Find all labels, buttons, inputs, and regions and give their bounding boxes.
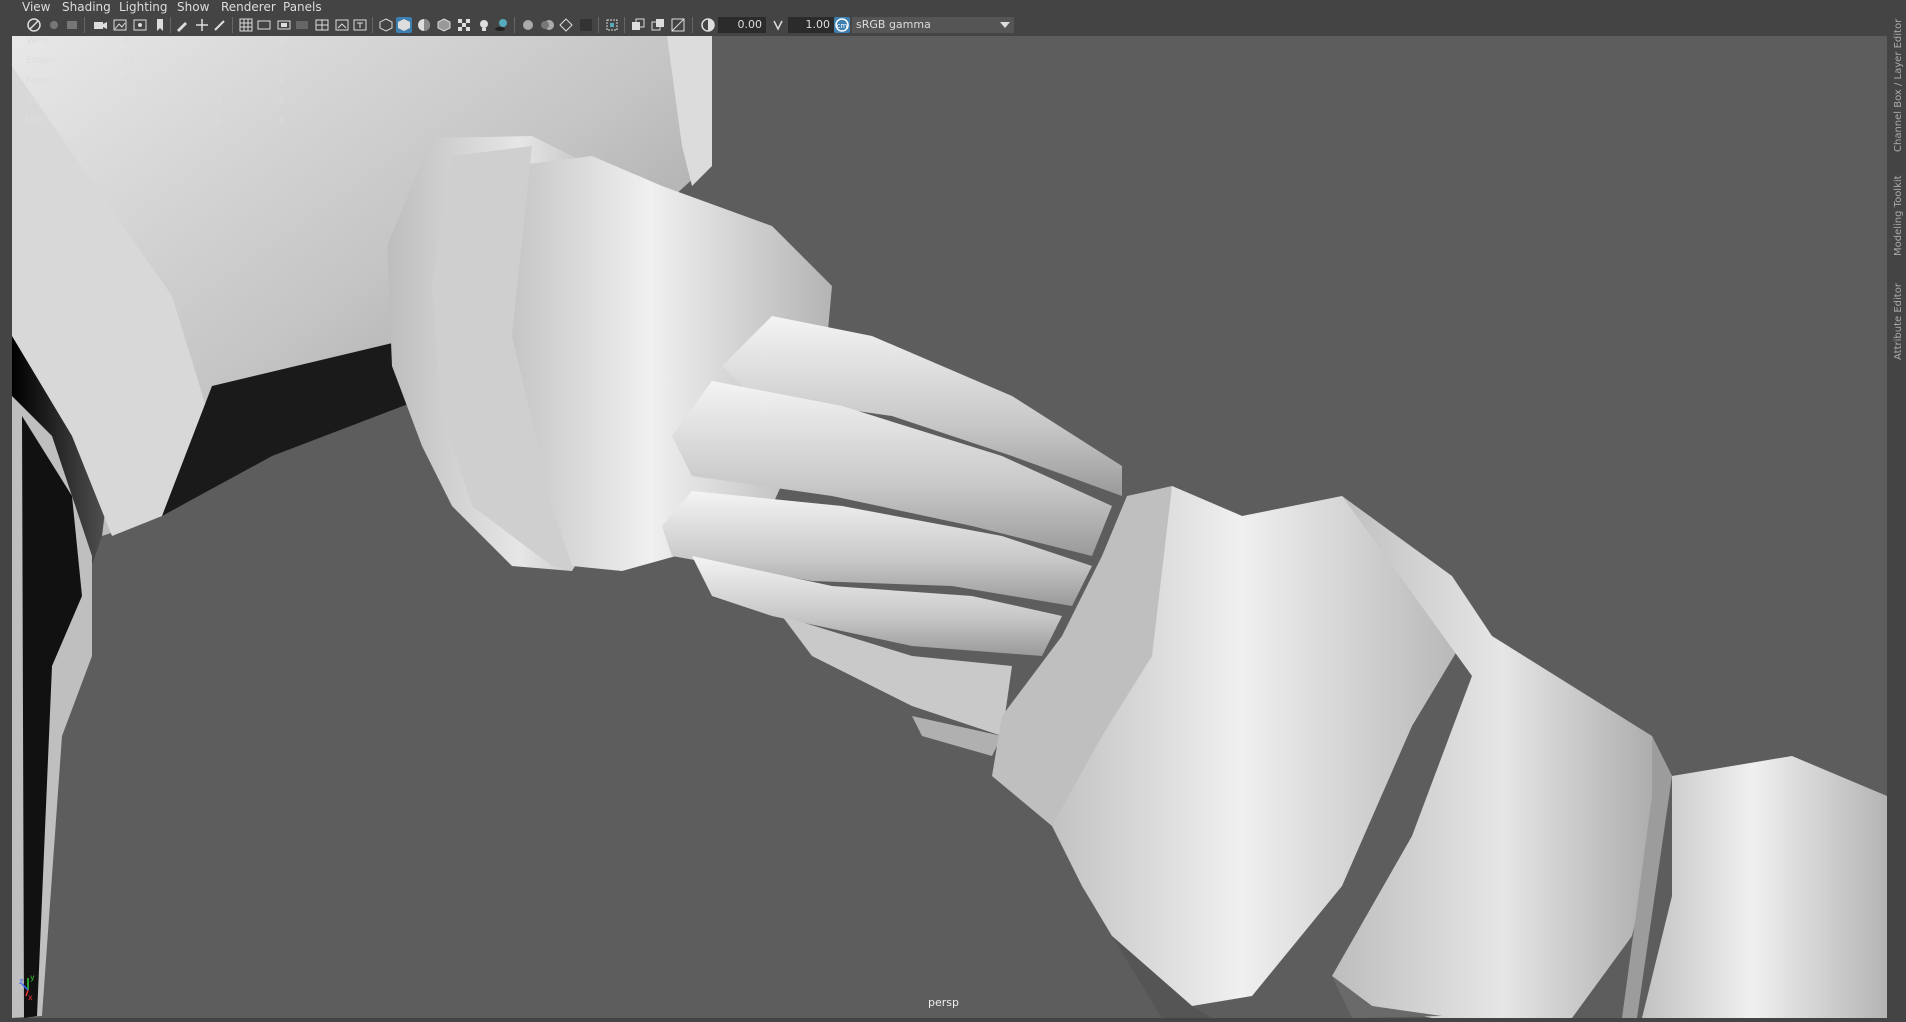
hud-value: 7331 xyxy=(123,96,146,106)
pencil-icon[interactable] xyxy=(212,17,228,33)
hud-value: 7331 xyxy=(123,76,146,86)
hud-value: 11333 xyxy=(123,56,152,66)
chevron-down-icon xyxy=(1000,22,1010,28)
hud-value: 0 xyxy=(216,36,222,46)
tab-channel-box[interactable]: Channel Box / Layer Editor xyxy=(1893,2,1904,152)
gate-mask-icon[interactable] xyxy=(294,17,310,33)
exposure-icon[interactable] xyxy=(700,17,716,33)
panel-menu-bar: View Shading Lighting Show Renderer Pane… xyxy=(0,0,1890,14)
hud-value: 6930 xyxy=(123,116,146,126)
safe-title-icon[interactable] xyxy=(352,17,368,33)
hud-value: 0 xyxy=(216,76,222,86)
safe-action-icon[interactable] xyxy=(334,17,350,33)
use-all-lights-icon[interactable] xyxy=(476,17,492,33)
menu-shading[interactable]: Shading xyxy=(58,0,115,14)
menu-renderer[interactable]: Renderer xyxy=(217,0,280,14)
left-panel-edge xyxy=(0,36,12,1022)
camera-name-label: persp xyxy=(928,996,959,1009)
scene-render xyxy=(12,36,1887,1018)
tab-attribute-editor[interactable]: Attribute Editor xyxy=(1893,272,1904,360)
hud-label: Verts: xyxy=(26,36,52,46)
hud-value: 0 xyxy=(279,56,285,66)
depth-of-field-icon[interactable] xyxy=(578,17,594,33)
film-gate-icon[interactable] xyxy=(256,17,272,33)
bookmark-camera-icon[interactable] xyxy=(92,17,108,33)
hud-label: UVs: xyxy=(26,116,47,126)
hud-value: 0 xyxy=(279,116,285,126)
viewport-3d[interactable]: Verts: 4023 0 0 Edges: 11333 0 0 Faces: … xyxy=(12,36,1887,1018)
hud-label: Edges: xyxy=(26,56,57,66)
xray-joints-icon[interactable] xyxy=(650,17,666,33)
motion-blur-icon[interactable] xyxy=(540,17,556,33)
hud-value: 0 xyxy=(279,96,285,106)
viewport-bottom-edge xyxy=(12,1018,1887,1022)
multisample-aa-icon[interactable] xyxy=(558,17,574,33)
xray-icon[interactable] xyxy=(630,17,646,33)
bookmark-icon[interactable] xyxy=(152,17,168,33)
field-chart-icon[interactable] xyxy=(314,17,330,33)
camera-attributes-icon[interactable] xyxy=(64,17,80,33)
axis-y-label: y xyxy=(30,973,35,982)
menu-lighting[interactable]: Lighting xyxy=(115,0,172,14)
grid-icon[interactable] xyxy=(238,17,254,33)
hud-label: Tris: xyxy=(26,96,45,106)
image-plane-icon[interactable] xyxy=(112,17,128,33)
smooth-shade-icon[interactable] xyxy=(396,17,412,33)
hud-value: 0 xyxy=(279,76,285,86)
wireframe-icon[interactable] xyxy=(378,17,394,33)
axis-x-label: x xyxy=(28,993,33,1000)
screen-space-ao-icon[interactable] xyxy=(520,17,536,33)
menu-view[interactable]: View xyxy=(18,0,54,14)
wireframe-on-shaded-icon[interactable] xyxy=(436,17,452,33)
svg-text:cm: cm xyxy=(837,22,848,30)
resolution-gate-icon[interactable] xyxy=(276,17,292,33)
reference-plane-icon[interactable] xyxy=(132,17,148,33)
panel-toolbar: 0.00 1.00 cm sRGB gamma xyxy=(0,14,1890,36)
axis-z-label: z xyxy=(19,977,23,986)
menu-panels[interactable]: Panels xyxy=(279,0,326,14)
2d-pan-zoom-icon[interactable] xyxy=(194,17,210,33)
lock-camera-icon[interactable] xyxy=(46,17,62,33)
axis-gizmo-icon: y z x xyxy=(19,973,35,1000)
menu-show[interactable]: Show xyxy=(173,0,213,14)
gamma-field[interactable]: 1.00 xyxy=(788,17,834,33)
exposure-field[interactable]: 0.00 xyxy=(718,17,766,33)
shadows-icon[interactable] xyxy=(494,17,510,33)
hud-value: 0 xyxy=(216,96,222,106)
tab-modeling-toolkit[interactable]: Modeling Toolkit xyxy=(1893,164,1904,256)
xray-components-icon[interactable] xyxy=(670,17,686,33)
hud-value: 0 xyxy=(216,116,222,126)
hud-value: 4023 xyxy=(123,36,146,46)
right-tab-strip: Channel Box / Layer Editor Modeling Tool… xyxy=(1887,0,1906,1022)
textured-icon[interactable] xyxy=(456,17,472,33)
grease-pencil-icon[interactable] xyxy=(174,17,190,33)
color-space-value: sRGB gamma xyxy=(856,18,931,31)
isolate-select-icon[interactable] xyxy=(604,17,620,33)
hud-label: Faces: xyxy=(26,76,55,86)
default-material-icon[interactable] xyxy=(416,17,432,33)
hud-value: 0 xyxy=(279,36,285,46)
gamma-icon[interactable] xyxy=(770,17,786,33)
select-camera-icon[interactable] xyxy=(26,17,42,33)
hud-value: 0 xyxy=(216,56,222,66)
view-transform-icon[interactable]: cm xyxy=(834,17,850,33)
color-space-dropdown[interactable]: sRGB gamma xyxy=(852,17,1014,33)
